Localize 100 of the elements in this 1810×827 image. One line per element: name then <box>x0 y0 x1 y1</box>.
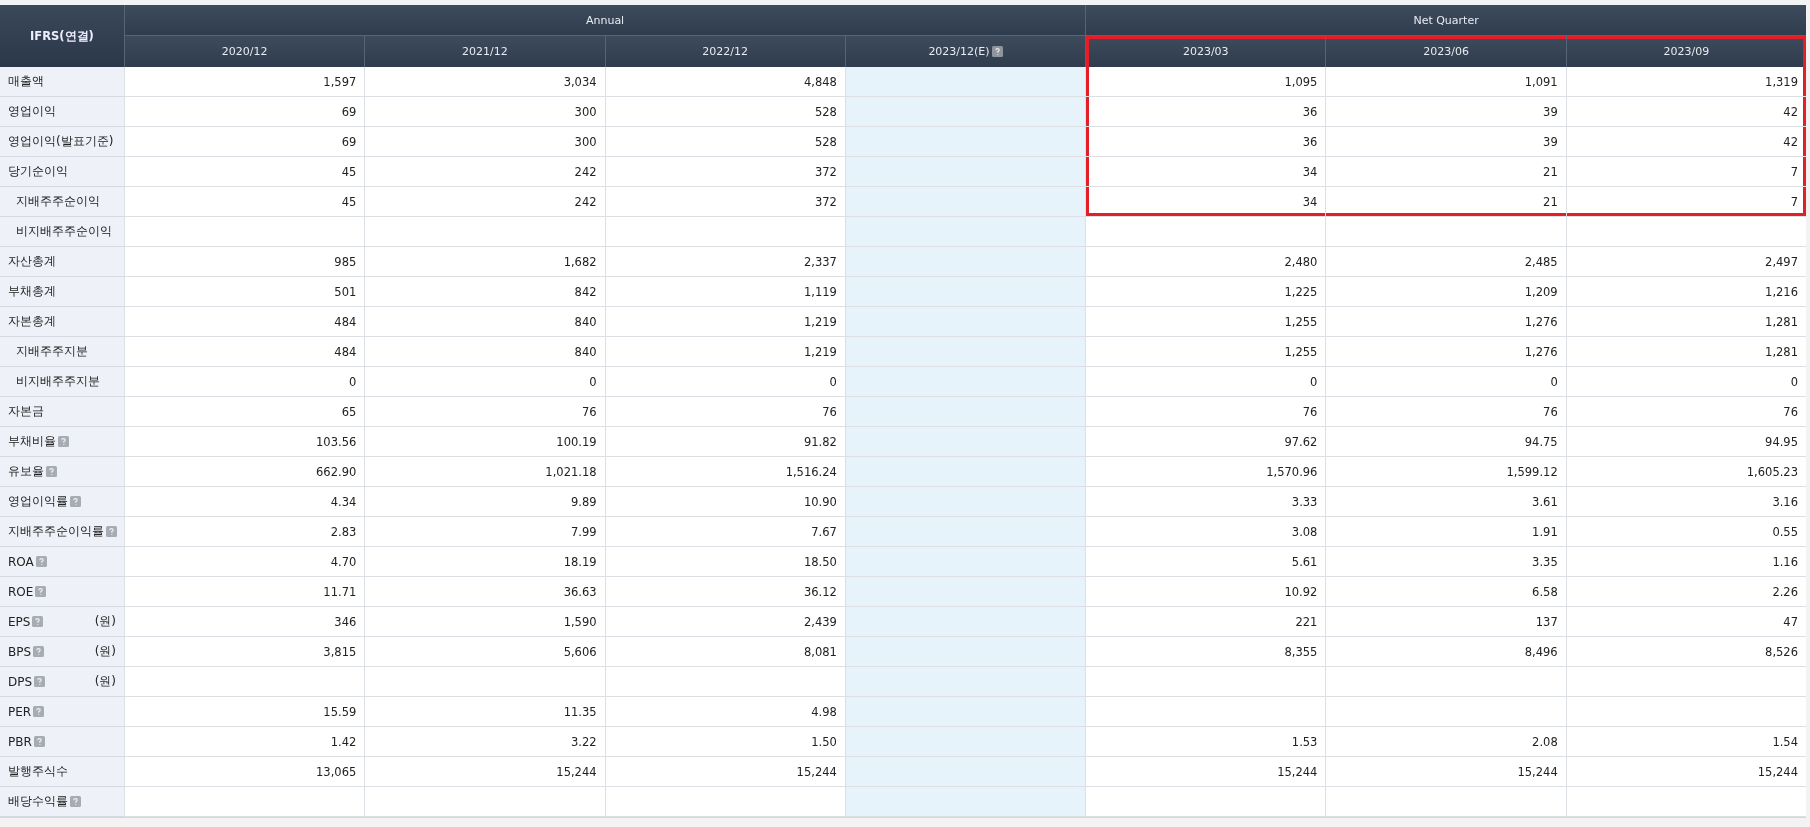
row-label: 영업이익률 <box>8 493 68 510</box>
table-cell: 985 <box>124 247 365 277</box>
table-cell: 18.19 <box>364 547 605 577</box>
table-cell: 484 <box>124 307 365 337</box>
column-header-label: 2020/12 <box>221 45 268 58</box>
table-cell: 39 <box>1325 127 1566 157</box>
table-cell: 94.95 <box>1565 427 1806 457</box>
table-cell: 3,815 <box>124 637 365 667</box>
table-cell: 69 <box>124 127 365 157</box>
table-cell: 3.61 <box>1325 487 1566 517</box>
table-cell: 7 <box>1565 187 1806 217</box>
unit-label: (원) <box>94 673 117 690</box>
table-cell: 15,244 <box>1085 757 1326 787</box>
table-cell: 484 <box>124 337 365 367</box>
table-cell: 0.55 <box>1565 517 1806 547</box>
column-header: IFRS(연결) <box>0 5 124 67</box>
table-cell: 34 <box>1085 187 1326 217</box>
table-cell: 45 <box>124 187 365 217</box>
table-cell: 42 <box>1565 97 1806 127</box>
unit-label: (원) <box>94 643 117 660</box>
table-cell: 76 <box>1565 397 1806 427</box>
table-cell: 7 <box>1565 157 1806 187</box>
table-cell: 372 <box>604 157 845 187</box>
table-cell: 0 <box>1565 367 1806 397</box>
table-cell: 1,682 <box>364 247 605 277</box>
table-cell: 528 <box>604 127 845 157</box>
table-cell: 0 <box>124 367 365 397</box>
table-cell: 0 <box>604 367 845 397</box>
table-cell: 242 <box>364 157 605 187</box>
table-cell: 1,276 <box>1325 307 1566 337</box>
row-label: 매출액 <box>8 73 44 90</box>
table-cell: 94.75 <box>1325 427 1566 457</box>
table-cell: 1,209 <box>1325 277 1566 307</box>
table-cell: 47 <box>1565 607 1806 637</box>
table-cell: 1,516.24 <box>604 457 845 487</box>
table-cell: 0 <box>1325 367 1566 397</box>
unit-label: (원) <box>94 613 117 630</box>
table-cell: 2,497 <box>1565 247 1806 277</box>
table-cell: 1,281 <box>1565 307 1806 337</box>
row-label: 영업이익(발표기준) <box>8 133 114 150</box>
table-cell: 6.58 <box>1325 577 1566 607</box>
row-label: 배당수익률 <box>8 793 68 810</box>
table-cell: 7.67 <box>604 517 845 547</box>
table-cell: 3.22 <box>364 727 605 757</box>
table-cell: 3.08 <box>1085 517 1326 547</box>
table-cell: 1.54 <box>1565 727 1806 757</box>
table-cell: 1,216 <box>1565 277 1806 307</box>
row-label: 비지배주주순이익 <box>15 223 112 240</box>
table-cell: 2.83 <box>124 517 365 547</box>
table-cell: 9.89 <box>364 487 605 517</box>
help-icon[interactable] <box>991 46 1003 57</box>
row-label: ROA <box>8 554 34 569</box>
table-cell: 1,255 <box>1085 337 1326 367</box>
table-cell: 1,319 <box>1565 67 1806 97</box>
table-cell: 15,244 <box>604 757 845 787</box>
table-cell: 0 <box>1085 367 1326 397</box>
table-cell: 1,570.96 <box>1085 457 1326 487</box>
table-cell: 242 <box>364 187 605 217</box>
table-cell: 18.50 <box>604 547 845 577</box>
table-cell: 501 <box>124 277 365 307</box>
row-label: PBR <box>8 734 32 749</box>
row-label: BPS <box>8 644 32 659</box>
table-cell: 100.19 <box>364 427 605 457</box>
table-cell: 103.56 <box>124 427 365 457</box>
table-cell: 662.90 <box>124 457 365 487</box>
table-cell: 528 <box>604 97 845 127</box>
column-header-label: 2021/12 <box>462 45 508 58</box>
table-cell: 36 <box>1085 97 1326 127</box>
table-cell: 8,526 <box>1565 637 1806 667</box>
table-cell: 3.16 <box>1565 487 1806 517</box>
table-cell: 840 <box>364 337 605 367</box>
row-label: EPS <box>8 614 31 629</box>
table-cell: 15.59 <box>124 697 365 727</box>
table-cell: 4.34 <box>124 487 365 517</box>
table-cell: 1,225 <box>1085 277 1326 307</box>
table-cell: 4.70 <box>124 547 365 577</box>
table-cell: 76 <box>604 397 845 427</box>
table-cell: 221 <box>1085 607 1326 637</box>
table-cell: 91.82 <box>604 427 845 457</box>
table-cell: 1.42 <box>124 727 365 757</box>
table-cell: 13,065 <box>124 757 365 787</box>
table-cell: 346 <box>124 607 365 637</box>
table-cell: 36.63 <box>364 577 605 607</box>
column-group-header: Annual <box>124 5 1086 36</box>
table-cell: 842 <box>364 277 605 307</box>
table-cell: 15,244 <box>364 757 605 787</box>
table-cell: 1,281 <box>1565 337 1806 367</box>
row-label: 발행주식수 <box>8 763 68 780</box>
row-label: 영업이익 <box>8 103 56 120</box>
table-cell: 5.61 <box>1085 547 1326 577</box>
row-label: 부채비율 <box>8 433 56 450</box>
table-cell: 8,496 <box>1325 637 1566 667</box>
column-header-label: 2023/09 <box>1663 45 1710 58</box>
table-cell: 1,276 <box>1325 337 1566 367</box>
table-cell: 1,095 <box>1085 67 1326 97</box>
table-cell: 97.62 <box>1085 427 1326 457</box>
table-cell: 5,606 <box>364 637 605 667</box>
table-cell: 4,848 <box>604 67 845 97</box>
table-cell: 39 <box>1325 97 1566 127</box>
table-cell: 21 <box>1325 187 1566 217</box>
